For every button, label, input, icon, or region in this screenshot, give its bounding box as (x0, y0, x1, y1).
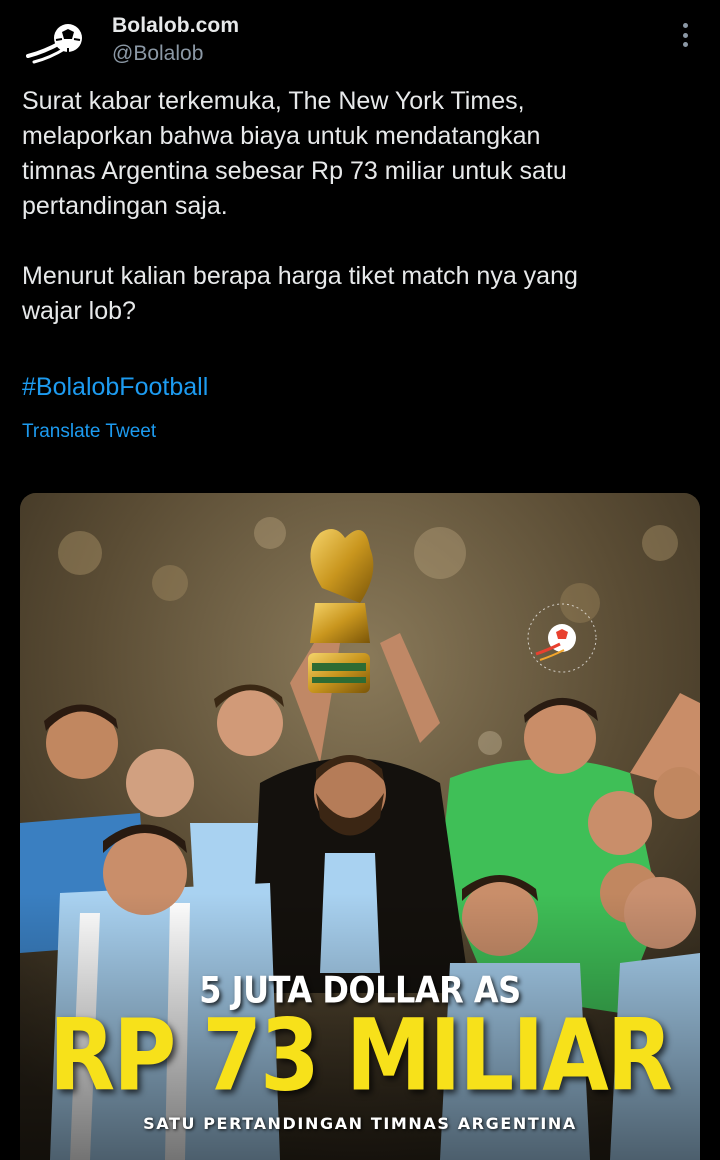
caption-big: RP 73 MILIAR (49, 998, 673, 1114)
tweet-line: wajar lob? (22, 297, 136, 325)
tweet: Bolalob.com @Bolalob Surat kabar terkemu… (0, 0, 720, 1160)
tweet-line: pertandingan saja. (22, 192, 228, 220)
tweet-text: Surat kabar terkemuka, The New York Time… (22, 84, 702, 329)
tweet-line: Menurut kalian berapa harga tiket match … (22, 262, 578, 290)
tweet-header: Bolalob.com @Bolalob (0, 0, 720, 80)
author-name[interactable]: Bolalob.com (112, 14, 239, 38)
hashtag-link[interactable]: #BolalobFootball (22, 370, 208, 405)
caption-sub: SATU PERTANDINGAN TIMNAS ARGENTINA (143, 1114, 577, 1133)
bolalob-logo-icon[interactable] (22, 12, 98, 68)
author-handle[interactable]: @Bolalob (112, 42, 203, 66)
tweet-line: Surat kabar terkemuka, The New York Time… (22, 87, 525, 115)
tweet-line: melaporkan bahwa biaya untuk mendatangka… (22, 122, 541, 150)
bolalob-watermark-icon (527, 603, 597, 673)
tweet-line: timnas Argentina sebesar Rp 73 miliar un… (22, 157, 567, 185)
translate-tweet-link[interactable]: Translate Tweet (22, 421, 156, 443)
more-vertical-icon[interactable] (672, 20, 698, 50)
